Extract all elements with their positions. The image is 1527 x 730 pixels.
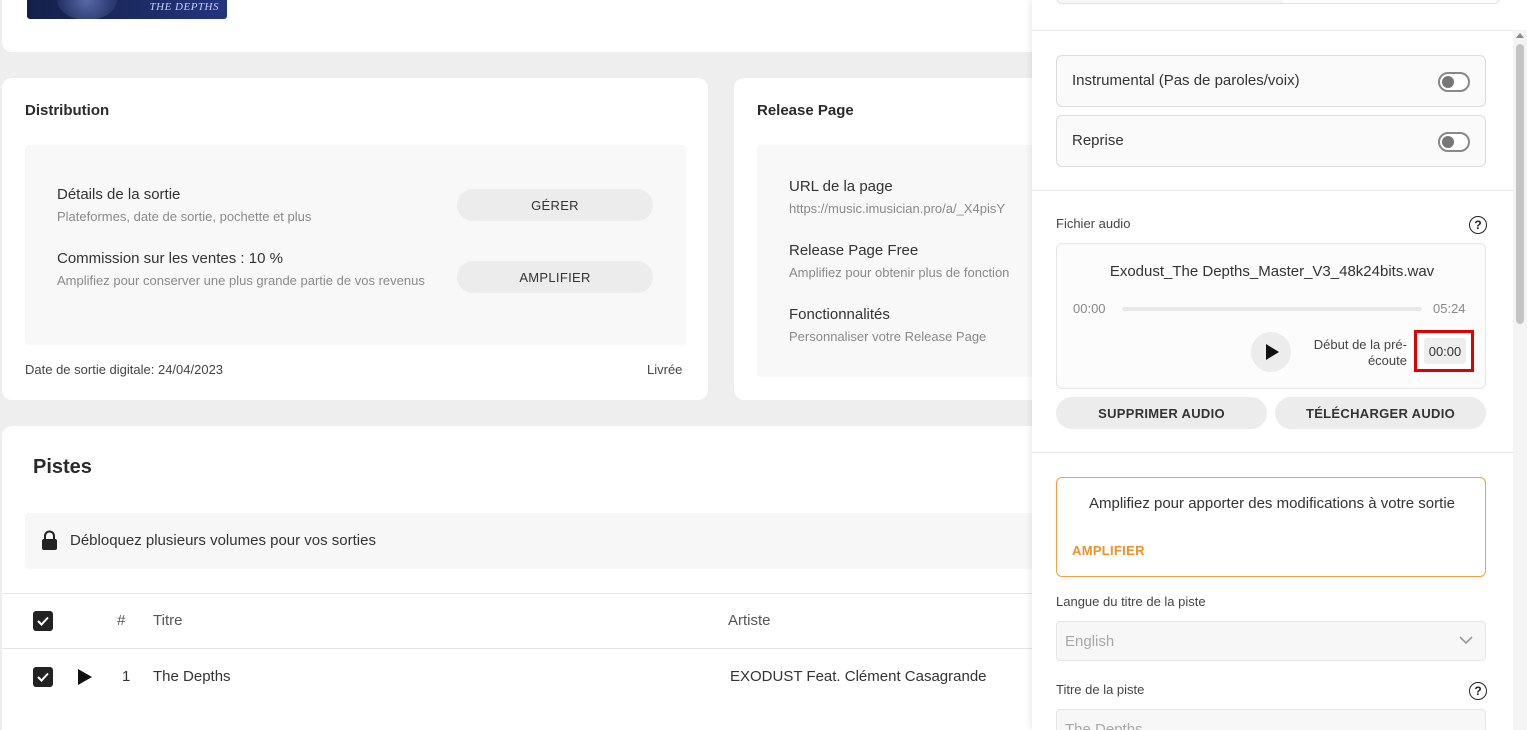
column-title[interactable]: Titre: [153, 612, 182, 629]
distribution-card: Distribution Détails de la sortie Platef…: [2, 78, 708, 400]
distribution-panel: Détails de la sortie Plateformes, date d…: [25, 145, 686, 345]
checkmark-icon: [37, 672, 49, 682]
unlock-volumes-banner: Débloquez plusieurs volumes pour vos sor…: [25, 513, 1055, 569]
audio-player: Exodust_The Depths_Master_V3_48k24bits.w…: [1056, 243, 1486, 389]
instrumental-toggle[interactable]: [1438, 72, 1470, 92]
time-start: 00:00: [1073, 301, 1106, 316]
lock-icon: [42, 530, 57, 550]
language-value: English: [1065, 633, 1115, 650]
scrollbar-thumb[interactable]: [1516, 44, 1524, 324]
panel-divider: [1032, 190, 1527, 191]
reprise-label: Reprise: [1072, 132, 1124, 149]
release-page-card: Release Page URL de la page https://musi…: [734, 78, 1064, 400]
release-page-free-subtitle: Amplifiez pour obtenir plus de fonction: [789, 265, 1010, 280]
track-title-input[interactable]: The Depths: [1056, 709, 1486, 730]
release-header-card: THE DEPTHS: [2, 0, 1042, 52]
track-title-label: Titre de la piste: [1056, 682, 1145, 697]
preview-start-input[interactable]: 00:00: [1424, 338, 1466, 364]
release-page-panel: URL de la page https://music.imusician.p…: [757, 145, 1064, 377]
track-edit-panel: Instrumental (Pas de paroles/voix) Repri…: [1032, 0, 1527, 730]
reprise-toggle[interactable]: [1438, 132, 1470, 152]
help-icon[interactable]: ?: [1469, 216, 1487, 234]
column-artist[interactable]: Artiste: [728, 612, 771, 629]
release-page-free-title: Release Page Free: [789, 242, 919, 259]
preview-start-label: Début de la pré-écoute: [1313, 337, 1407, 368]
release-page-title: Release Page: [757, 102, 854, 119]
panel-scrollbar[interactable]: [1513, 30, 1527, 730]
tracks-card: Pistes Débloquez plusieurs volumes pour …: [2, 426, 1055, 730]
amplify-message: Amplifiez pour apporter des modification…: [1088, 495, 1455, 512]
page-url-title: URL de la page: [789, 178, 893, 195]
play-icon: [1266, 344, 1279, 360]
distribution-title: Distribution: [25, 102, 110, 119]
features-subtitle: Personnaliser votre Release Page: [789, 329, 987, 344]
track-title[interactable]: The Depths: [153, 668, 231, 685]
commission-title: Commission sur les ventes : 10 %: [57, 250, 283, 267]
unlock-volumes-text: Débloquez plusieurs volumes pour vos sor…: [70, 532, 376, 549]
segmented-control[interactable]: [1056, 0, 1500, 4]
help-icon[interactable]: ?: [1469, 682, 1487, 700]
tracks-title: Pistes: [33, 456, 92, 478]
column-number: #: [117, 612, 126, 629]
checkmark-icon: [37, 616, 49, 626]
track-number: 1: [122, 668, 131, 685]
table-divider: [2, 648, 1042, 649]
panel-divider: [1032, 452, 1527, 453]
play-track-icon[interactable]: [78, 669, 92, 685]
status-badge: Livrée: [647, 362, 683, 377]
amplify-link[interactable]: AMPLIFIER: [1072, 543, 1145, 558]
time-end: 05:24: [1433, 301, 1466, 316]
release-details-subtitle: Plateformes, date de sortie, pochette et…: [57, 209, 312, 224]
track-checkbox[interactable]: [33, 667, 53, 687]
track-artist: EXODUST Feat. Clément Casagrande: [730, 668, 987, 685]
table-divider: [2, 593, 1042, 594]
instrumental-label: Instrumental (Pas de paroles/voix): [1072, 72, 1300, 89]
release-details-title: Détails de la sortie: [57, 186, 181, 203]
chevron-down-icon: [1459, 636, 1473, 645]
page-url-value[interactable]: https://music.imusician.pro/a/_X4pisY: [789, 201, 1005, 217]
reprise-row: Reprise: [1056, 115, 1486, 167]
features-title: Fonctionnalités: [789, 306, 890, 323]
scroll-up-icon[interactable]: [1516, 33, 1524, 38]
cover-art: THE DEPTHS: [27, 0, 227, 19]
audio-progress-bar[interactable]: [1122, 307, 1422, 311]
play-button[interactable]: [1251, 332, 1291, 372]
amplify-commission-button[interactable]: AMPLIFIER: [457, 261, 653, 293]
select-all-checkbox[interactable]: [33, 611, 53, 631]
language-label: Langue du titre de la piste: [1056, 594, 1206, 609]
language-select[interactable]: English: [1056, 621, 1486, 661]
cover-art-text: THE DEPTHS: [149, 1, 219, 13]
audio-file-label: Fichier audio: [1056, 216, 1131, 231]
instrumental-row: Instrumental (Pas de paroles/voix): [1056, 55, 1486, 107]
track-title-value: The Depths: [1065, 721, 1143, 730]
audio-filename: Exodust_The Depths_Master_V3_48k24bits.w…: [1109, 263, 1435, 280]
manage-button[interactable]: GÉRER: [457, 189, 653, 221]
amplify-notice: Amplifiez pour apporter des modification…: [1056, 477, 1486, 577]
download-audio-button[interactable]: TÉLÉCHARGER AUDIO: [1275, 397, 1486, 429]
cover-art-glow: [57, 0, 117, 19]
preview-start-highlight: 00:00: [1414, 330, 1474, 372]
delete-audio-button[interactable]: SUPPRIMER AUDIO: [1056, 397, 1267, 429]
commission-subtitle: Amplifiez pour conserver une plus grande…: [57, 273, 425, 288]
panel-divider: [1032, 30, 1527, 31]
release-date: Date de sortie digitale: 24/04/2023: [25, 362, 224, 377]
